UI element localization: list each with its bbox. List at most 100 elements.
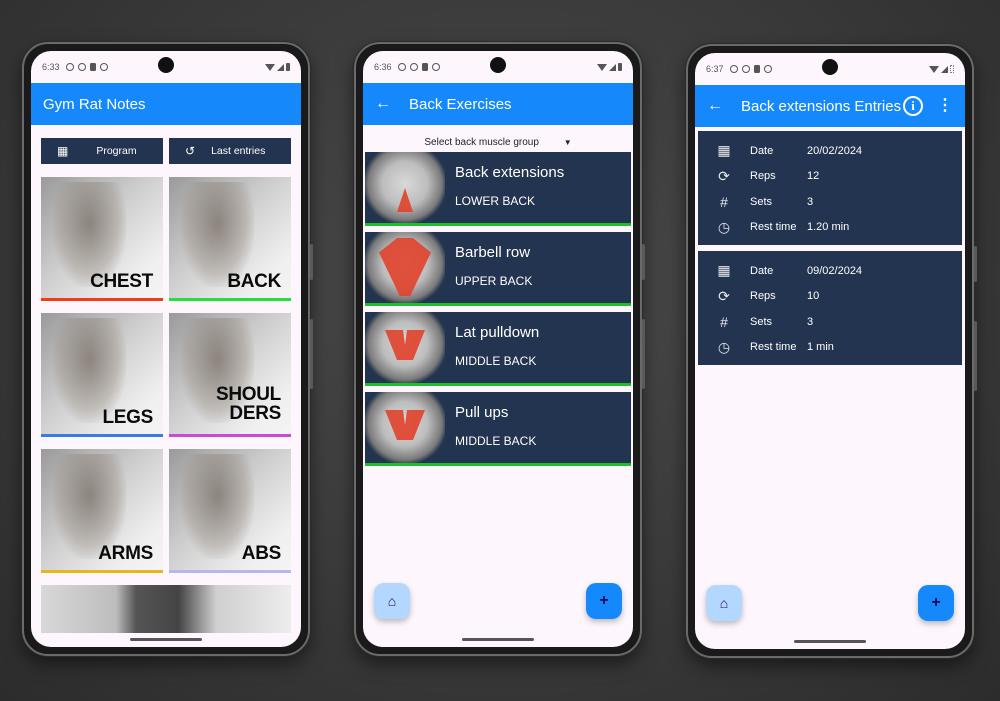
hash-icon: # bbox=[720, 193, 728, 210]
program-button-label: Program bbox=[96, 145, 137, 157]
highlight-lower-back bbox=[397, 188, 413, 212]
wifi-icon bbox=[265, 63, 275, 71]
tile-shoulders[interactable]: SHOUL DERS bbox=[169, 313, 291, 437]
tile-label: SHOUL DERS bbox=[215, 384, 281, 424]
exercise-group: UPPER BACK bbox=[455, 274, 533, 288]
entry-card[interactable]: ▦ Date 09/02/2024 ⟳ Reps 10 # Sets 3 ◷ R… bbox=[698, 251, 962, 365]
entry-value: 10 bbox=[807, 290, 820, 303]
home-indicator[interactable] bbox=[794, 640, 866, 643]
exercise-card[interactable]: Barbell row UPPER BACK bbox=[365, 232, 631, 306]
home-indicator[interactable] bbox=[130, 638, 202, 641]
wifi-icon bbox=[929, 65, 939, 73]
camera-cutout bbox=[822, 59, 838, 75]
status-time: 6:37 bbox=[706, 64, 724, 74]
home-icon: ⌂ bbox=[387, 593, 397, 609]
tile-accent-bar bbox=[169, 570, 291, 573]
more-vert-icon[interactable]: ⋮ bbox=[937, 98, 953, 114]
app-bar: Gym Rat Notes bbox=[31, 83, 301, 125]
repeat-icon: ⟳ bbox=[718, 287, 730, 304]
tile-abs[interactable]: ABS bbox=[169, 449, 291, 573]
tile-chest[interactable]: CHEST bbox=[41, 177, 163, 301]
exercise-group: LOWER BACK bbox=[455, 194, 536, 208]
home-button[interactable]: ⌂ bbox=[706, 585, 742, 621]
entry-card[interactable]: ▦ Date 20/02/2024 ⟳ Reps 12 # Sets 3 ◷ R… bbox=[698, 131, 962, 245]
entry-label: Sets bbox=[750, 315, 773, 328]
highlight-lats bbox=[385, 330, 425, 360]
tile-accent-bar bbox=[41, 570, 163, 573]
exercise-card[interactable]: Lat pulldown MIDDLE BACK bbox=[365, 312, 631, 386]
add-entry-button[interactable]: + bbox=[918, 585, 954, 621]
shield-status-icon bbox=[741, 65, 750, 73]
back-arrow-icon[interactable]: ← bbox=[707, 97, 723, 115]
tile-accent-bar bbox=[169, 434, 291, 437]
side-button bbox=[974, 321, 977, 391]
entry-row-rest: ◷ Rest time 1.20 min bbox=[698, 215, 962, 241]
entry-row-date: ▦ Date 09/02/2024 bbox=[698, 258, 962, 284]
side-button bbox=[310, 319, 313, 389]
exercise-card[interactable]: Pull ups MIDDLE BACK bbox=[365, 392, 631, 466]
info-status-icon bbox=[729, 65, 738, 73]
status-time: 6:33 bbox=[42, 62, 60, 72]
camera-cutout bbox=[490, 57, 506, 73]
exercise-name: Lat pulldown bbox=[455, 324, 540, 341]
side-button bbox=[310, 244, 313, 280]
muscle-diagram-upper-back bbox=[365, 232, 445, 303]
plus-icon: + bbox=[599, 592, 609, 609]
muscle-diagram-middle-back bbox=[365, 392, 445, 463]
sim-status-icon bbox=[421, 63, 428, 71]
entry-value: 09/02/2024 bbox=[807, 264, 863, 277]
rest-timer-icon: ◷ bbox=[717, 218, 731, 235]
entry-value: 12 bbox=[807, 170, 820, 183]
muscle-diagram-middle-back bbox=[365, 312, 445, 383]
side-button bbox=[642, 244, 645, 280]
app-status-icon bbox=[763, 65, 772, 73]
app-bar: ← Back Exercises bbox=[363, 83, 633, 125]
tile-label: ABS bbox=[241, 543, 282, 564]
dropdown-label: Select back muscle group bbox=[424, 137, 539, 148]
entry-row-reps: ⟳ Reps 10 bbox=[698, 284, 962, 310]
entry-label: Reps bbox=[750, 290, 776, 303]
screen: 6:36 ← Back Exercises Select back muscle… bbox=[363, 51, 633, 647]
hash-icon: # bbox=[720, 313, 728, 330]
home-button[interactable]: ⌂ bbox=[374, 583, 410, 619]
exercise-name: Back extensions bbox=[455, 164, 565, 181]
calendar-icon: ▦ bbox=[57, 144, 69, 158]
cardio-banner-image[interactable] bbox=[41, 585, 291, 633]
phone-back-exercises: 6:36 ← Back Exercises Select back muscle… bbox=[354, 42, 645, 656]
battery-icon bbox=[950, 65, 954, 73]
info-icon[interactable]: i bbox=[903, 96, 923, 116]
program-button[interactable]: ▦ Program bbox=[41, 138, 163, 164]
entry-row-rest: ◷ Rest time 1 min bbox=[698, 335, 962, 361]
highlight-upper-back bbox=[379, 238, 431, 296]
app-status-icon bbox=[431, 63, 440, 71]
muscle-group-dropdown[interactable]: Select back muscle group ▼ bbox=[363, 125, 633, 152]
history-icon: ↺ bbox=[185, 144, 196, 158]
add-exercise-button[interactable]: + bbox=[586, 583, 622, 619]
entry-value: 20/02/2024 bbox=[807, 144, 863, 157]
tile-label: BACK bbox=[227, 271, 281, 292]
page-title: Back extensions Entries bbox=[741, 97, 902, 115]
screen: 6:33 Gym Rat Notes ▦ Program ↺ Last entr… bbox=[31, 51, 301, 647]
tile-back[interactable]: BACK bbox=[169, 177, 291, 301]
exercise-group: MIDDLE BACK bbox=[455, 354, 537, 368]
tile-arms[interactable]: ARMS bbox=[41, 449, 163, 573]
highlight-lats bbox=[385, 410, 425, 440]
exercise-card[interactable]: Back extensions LOWER BACK bbox=[365, 152, 631, 226]
back-arrow-icon[interactable]: ← bbox=[375, 95, 391, 113]
camera-cutout bbox=[158, 57, 174, 73]
entry-row-sets: # Sets 3 bbox=[698, 309, 962, 335]
tile-accent-bar bbox=[169, 298, 291, 301]
entry-row-date: ▦ Date 20/02/2024 bbox=[698, 138, 962, 164]
wifi-icon bbox=[597, 63, 607, 71]
battery-icon bbox=[286, 63, 290, 71]
shield-status-icon bbox=[409, 63, 418, 71]
side-button bbox=[974, 246, 977, 282]
tile-label: LEGS bbox=[102, 407, 153, 428]
last-entries-button[interactable]: ↺ Last entries bbox=[169, 138, 291, 164]
home-indicator[interactable] bbox=[462, 638, 534, 641]
entry-label: Sets bbox=[750, 195, 773, 208]
tile-legs[interactable]: LEGS bbox=[41, 313, 163, 437]
phone-home-screen: 6:33 Gym Rat Notes ▦ Program ↺ Last entr… bbox=[22, 42, 313, 656]
muscle-group-grid: CHEST BACK LEGS SHOUL DERS ARMS ABS bbox=[31, 164, 301, 573]
muscle-diagram-lower-back bbox=[365, 152, 445, 223]
